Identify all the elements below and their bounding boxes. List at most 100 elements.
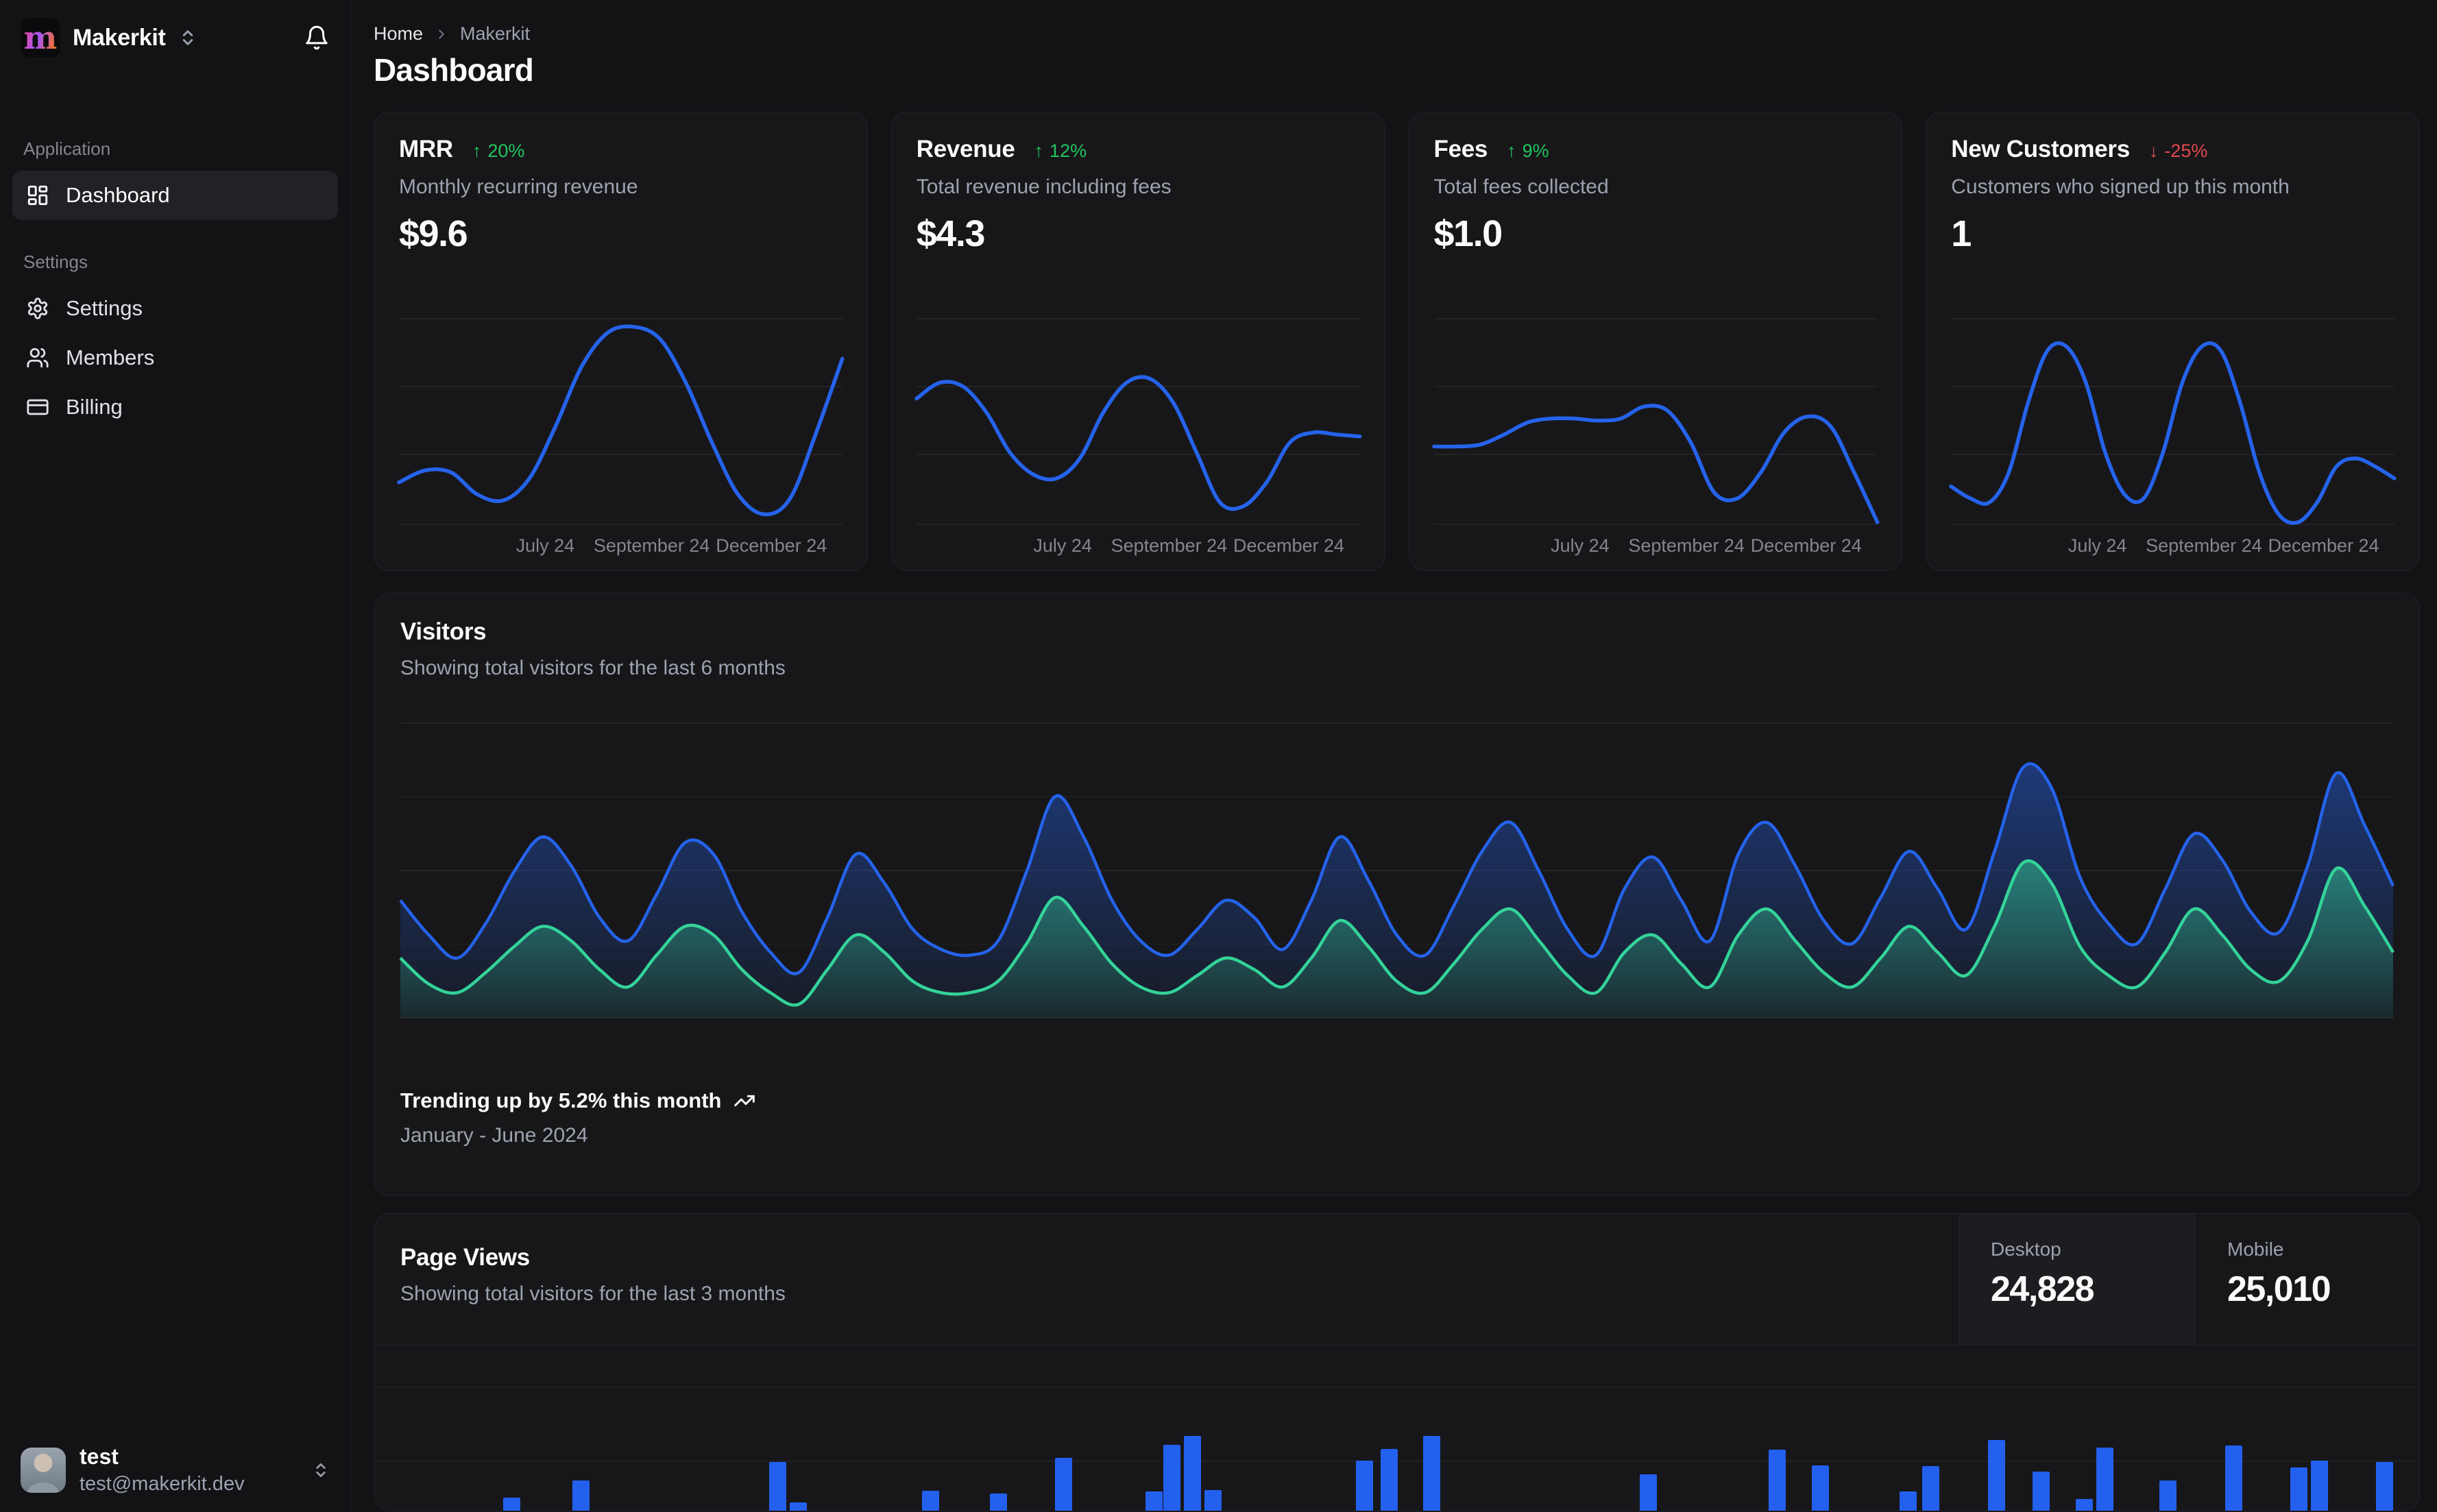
bar [1204, 1490, 1222, 1511]
layout-dashboard-icon [27, 185, 48, 206]
card-value: $9.6 [399, 213, 468, 254]
page-views-bars [374, 1345, 2419, 1511]
x-tick: December 24 [1750, 535, 1862, 556]
x-axis: July 24 September 24 December 24 [1434, 535, 1878, 563]
bar [2290, 1467, 2308, 1511]
trend-value: 12% [1050, 141, 1087, 161]
bar [572, 1480, 590, 1511]
bar [989, 1493, 1007, 1511]
bar [1355, 1461, 1373, 1511]
sidebar-item-label: Settings [66, 296, 143, 320]
chevrons-up-down-icon [312, 1461, 330, 1479]
bar [1145, 1491, 1163, 1511]
avatar [21, 1447, 66, 1493]
sidebar-item-settings[interactable]: Settings [12, 284, 338, 333]
x-axis: July 24 September 24 December 24 [1951, 535, 2394, 563]
card-subtitle: Customers who signed up this month [1951, 175, 2290, 198]
bar [1163, 1445, 1181, 1511]
x-axis: July 24 September 24 December 24 [399, 535, 842, 563]
bar [1987, 1440, 2005, 1511]
trending-up-icon [734, 1095, 755, 1107]
kpi-cards-row: MRR ↑ 20% Monthly recurring revenue $9.6 … [374, 112, 2420, 571]
sidebar-item-label: Dashboard [66, 183, 170, 207]
page-views-title: Page Views [400, 1244, 530, 1271]
trend-value: -25% [2164, 141, 2208, 161]
sidebar-item-label: Billing [66, 395, 123, 419]
bar [1184, 1436, 1202, 1511]
page-views-toggles: Desktop 24,828 Mobile 25,010 [1959, 1214, 2419, 1345]
card-subtitle: Total fees collected [1433, 175, 1609, 198]
bar [2096, 1448, 2113, 1511]
sidebar: m Makerkit Application Dashboard Setting… [0, 0, 351, 1512]
bar [768, 1462, 786, 1511]
bar [1055, 1458, 1073, 1511]
workspace-name: Makerkit [73, 24, 166, 51]
bar [2075, 1499, 2093, 1511]
bar [1922, 1466, 1940, 1511]
breadcrumb-current: Makerkit [460, 23, 531, 44]
x-tick: December 24 [1233, 535, 1345, 556]
chevron-right-icon [434, 27, 449, 42]
page-title: Dashboard [374, 52, 534, 88]
makerkit-logo: m [21, 18, 60, 58]
user-menu-button[interactable]: test test@makerkit.dev [0, 1428, 350, 1512]
bar [1769, 1450, 1786, 1511]
card-title: Revenue [916, 136, 1015, 162]
sparkline-chart [917, 318, 1360, 525]
sidebar-item-label: Members [66, 345, 155, 369]
trend-value: 9% [1522, 141, 1549, 161]
card-value: $1.0 [1433, 213, 1503, 254]
bar [2033, 1472, 2050, 1511]
bar [789, 1502, 807, 1511]
sparkline-chart [399, 318, 842, 525]
trend-value: 20% [487, 141, 525, 161]
x-tick: December 24 [2268, 535, 2379, 556]
arrow-down-icon: ↓ [2148, 141, 2159, 161]
users-icon [27, 347, 49, 368]
x-tick: July 24 [516, 535, 575, 556]
card-value: $4.3 [916, 213, 986, 254]
breadcrumb-home-link[interactable]: Home [374, 23, 423, 45]
bar [1900, 1491, 1917, 1511]
sidebar-item-billing[interactable]: Billing [12, 382, 338, 432]
nav-section-label: Settings [23, 252, 88, 272]
desktop-toggle[interactable]: Desktop 24,828 [1959, 1214, 2195, 1345]
visitors-trend-text: Trending up by 5.2% this month [400, 1088, 722, 1112]
sidebar-item-members[interactable]: Members [12, 333, 338, 382]
card-subtitle: Total revenue including fees [916, 175, 1172, 198]
visitors-date-range: January - June 2024 [400, 1124, 588, 1147]
main-content: Home Makerkit Dashboard MRR ↑ 20% Monthly… [351, 0, 2437, 1512]
x-tick: September 24 [1628, 535, 1745, 556]
card-value: 1 [1951, 213, 1972, 254]
trend-badge: ↓ -25% [2149, 141, 2208, 162]
bar [1423, 1436, 1441, 1511]
card-title: MRR [399, 136, 453, 162]
page-views-header: Page Views Showing total visitors for th… [374, 1214, 2419, 1345]
sparkline-chart [1434, 318, 1878, 525]
mobile-toggle[interactable]: Mobile 25,010 [2195, 1214, 2419, 1345]
revenue-card: Revenue ↑ 12% Total revenue including fee… [890, 112, 1385, 571]
bar [1640, 1474, 1658, 1511]
x-tick: September 24 [1111, 535, 1228, 556]
breadcrumb: Home Makerkit [374, 23, 2420, 45]
arrow-up-icon: ↑ [1034, 141, 1044, 161]
x-tick: July 24 [1033, 535, 1092, 556]
bar [1380, 1449, 1398, 1511]
nav-section-label: Application [23, 138, 111, 159]
user-name: test [80, 1444, 119, 1469]
chevrons-up-down-icon[interactable] [178, 28, 197, 47]
card-title: New Customers [1951, 136, 2130, 162]
sidebar-item-dashboard[interactable]: Dashboard [12, 171, 338, 220]
x-tick: July 24 [1551, 535, 1610, 556]
bar [2159, 1480, 2177, 1511]
workspace-selector[interactable]: m Makerkit [0, 0, 350, 75]
x-tick: July 24 [2068, 535, 2127, 556]
x-axis: July 24 September 24 December 24 [917, 535, 1360, 563]
card-subtitle: Monthly recurring revenue [399, 175, 638, 198]
trend-badge: ↑ 20% [472, 141, 525, 162]
x-tick: December 24 [716, 535, 827, 556]
bar [922, 1491, 940, 1511]
visitors-area-chart [400, 722, 2393, 1019]
bell-icon[interactable] [304, 25, 330, 51]
bar [1812, 1465, 1830, 1511]
